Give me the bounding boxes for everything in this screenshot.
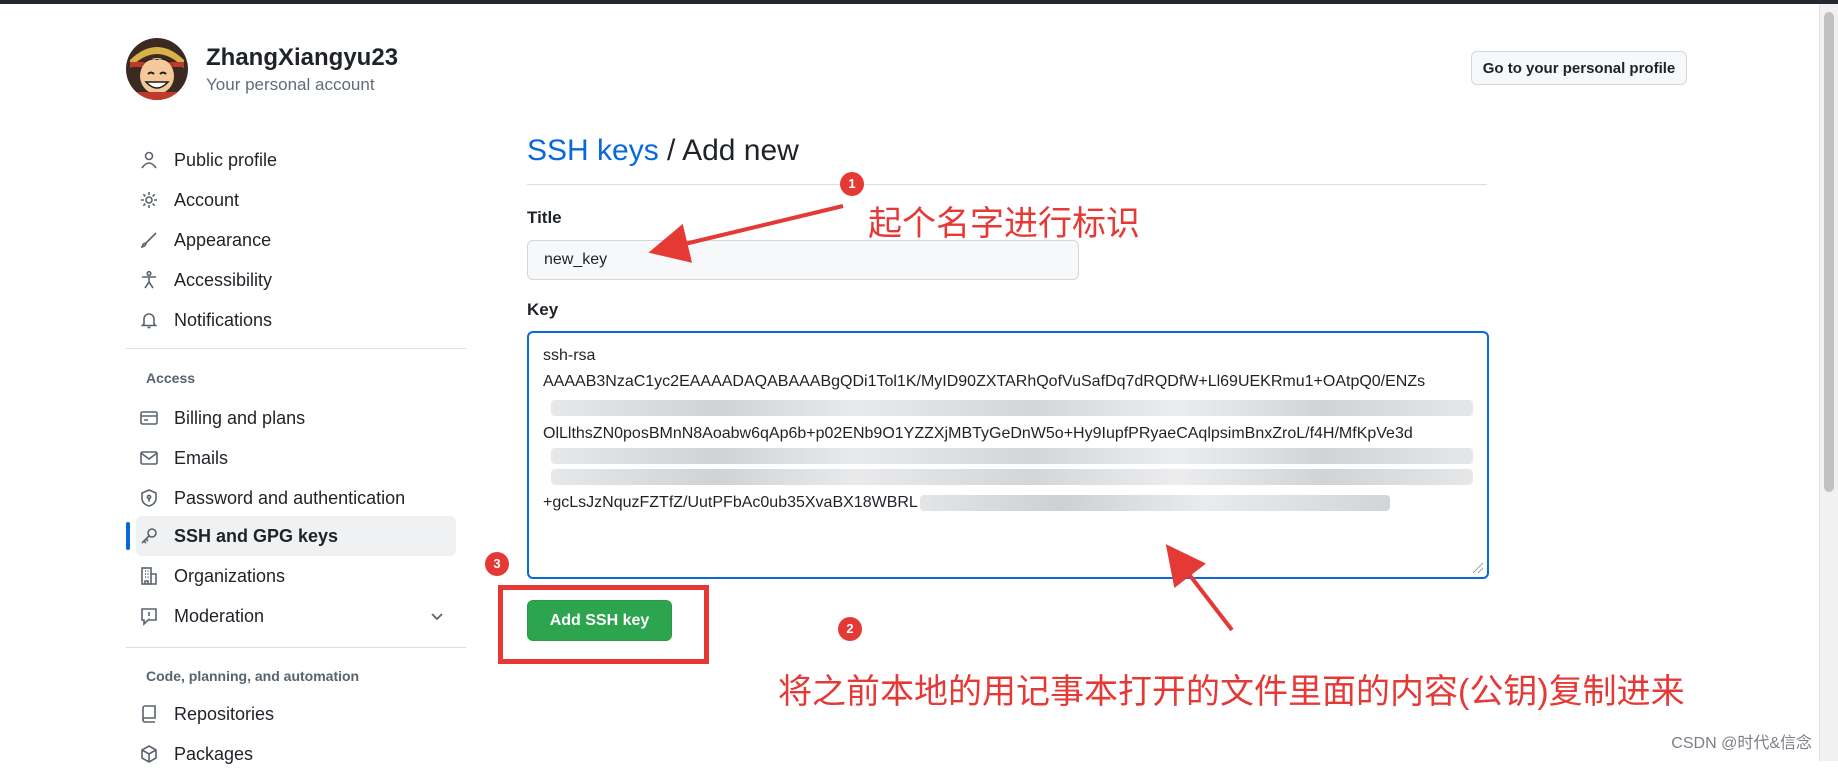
key-text-line: AAAAB3NzaC1yc2EAAAADAQABAAABgQDi1Tol1K/M…: [543, 373, 1426, 390]
paintbrush-icon: [138, 229, 160, 251]
sidebar-item-password[interactable]: Password and authentication: [138, 478, 405, 518]
key-text-line: ssh-rsa: [543, 347, 596, 364]
chevron-down-icon[interactable]: [428, 607, 446, 625]
scrollbar-thumb[interactable]: [1824, 12, 1834, 492]
breadcrumb-separator: /: [658, 134, 683, 167]
sidebar-item-accessibility[interactable]: Accessibility: [138, 260, 272, 300]
key-blur-redaction: [551, 448, 1473, 464]
sidebar-item-label: Appearance: [174, 229, 272, 250]
breadcrumb-link-ssh-keys[interactable]: SSH keys: [527, 134, 659, 167]
shield-lock-icon: [138, 487, 160, 509]
resize-handle[interactable]: [1473, 563, 1483, 573]
sidebar-item-label: SSH and GPG keys: [174, 525, 339, 546]
annotation-number-2: 2: [838, 617, 862, 641]
sidebar-divider: [126, 647, 466, 648]
accessibility-icon: [138, 269, 160, 291]
sidebar-item-packages[interactable]: Packages: [138, 734, 253, 774]
key-text-fragment: +gcLsJzNquzFZTfZ/UutPFbAc0ub35XvaBX18WBR…: [543, 494, 918, 511]
avatar-image: [126, 38, 188, 100]
key-blur-redaction: [551, 469, 1473, 485]
sidebar-item-account[interactable]: Account: [138, 180, 239, 220]
sidebar-item-appearance[interactable]: Appearance: [138, 220, 271, 260]
key-label: Key: [527, 300, 559, 319]
annotation-number-1: 1: [840, 172, 864, 196]
person-icon: [138, 149, 160, 171]
organization-icon: [138, 565, 160, 587]
repo-icon: [138, 703, 160, 725]
scrollbar[interactable]: [1819, 4, 1838, 761]
key-blur-redaction: [551, 400, 1473, 416]
sidebar-item-public-profile[interactable]: Public profile: [138, 140, 277, 180]
annotation-text-1: 起个名字进行标识: [868, 205, 1140, 243]
title-label: Title: [527, 208, 562, 227]
sidebar-heading-access: Access: [146, 370, 196, 386]
go-to-profile-button[interactable]: Go to your personal profile: [1471, 51, 1687, 85]
key-icon: [138, 525, 160, 547]
sidebar-item-label: Accessibility: [174, 269, 273, 290]
sidebar-item-repositories[interactable]: Repositories: [138, 694, 274, 734]
sidebar-item-label: Packages: [174, 743, 254, 764]
top-bar: [0, 0, 1838, 4]
account-subtitle: Your personal account: [206, 75, 375, 94]
annotation-text-2: 将之前本地的用记事本打开的文件里面的内容(公钥)复制进来: [778, 673, 1685, 711]
annotation-box-add-button: [498, 585, 709, 664]
key-text-line: OlLlthsZN0posBMnN8Aoabw6qAp6b+p02ENb9O1Y…: [543, 425, 1413, 442]
sidebar-active-indicator: [126, 522, 130, 550]
bell-icon: [138, 309, 160, 331]
sidebar-item-billing[interactable]: Billing and plans: [138, 398, 305, 438]
sidebar-heading-code: Code, planning, and automation: [146, 668, 360, 684]
sidebar-item-label: Account: [174, 189, 240, 210]
account-name: ZhangXiangyu23: [206, 44, 399, 71]
sidebar-item-moderation[interactable]: Moderation: [138, 596, 264, 636]
sidebar-item-label: Emails: [174, 447, 229, 468]
sidebar-item-label: Moderation: [174, 605, 265, 626]
annotation-number-3: 3: [485, 552, 509, 576]
sidebar-item-label: Repositories: [174, 703, 275, 724]
sidebar-item-label: Public profile: [174, 149, 278, 170]
credit-card-icon: [138, 407, 160, 429]
sidebar-item-emails[interactable]: Emails: [138, 438, 228, 478]
breadcrumb: SSH keys / Add new: [527, 134, 799, 168]
key-textarea[interactable]: ssh-rsa AAAAB3NzaC1yc2EAAAADAQABAAABgQDi…: [527, 331, 1489, 579]
mail-icon: [138, 447, 160, 469]
avatar[interactable]: [126, 38, 188, 100]
sidebar-item-label: Billing and plans: [174, 407, 306, 428]
sidebar-item-label: Organizations: [174, 565, 286, 586]
key-text-line-last: +gcLsJzNquzFZTfZ/UutPFbAc0ub35XvaBX18WBR…: [543, 490, 1473, 516]
title-input[interactable]: [527, 240, 1079, 280]
sidebar-item-ssh-gpg-keys[interactable]: SSH and GPG keys: [138, 516, 338, 556]
watermark: CSDN @时代&信念: [1671, 735, 1812, 752]
sidebar-item-organizations[interactable]: Organizations: [138, 556, 285, 596]
package-icon: [138, 743, 160, 765]
sidebar-item-label: Notifications: [174, 309, 273, 330]
sidebar-item-notifications[interactable]: Notifications: [138, 300, 272, 340]
gear-icon: [138, 189, 160, 211]
header-divider: [527, 184, 1487, 185]
report-icon: [138, 605, 160, 627]
sidebar-item-label: Password and authentication: [174, 487, 406, 508]
key-blur-redaction: [919, 494, 1390, 511]
page-title: Add new: [682, 134, 799, 167]
sidebar-divider: [126, 348, 466, 349]
